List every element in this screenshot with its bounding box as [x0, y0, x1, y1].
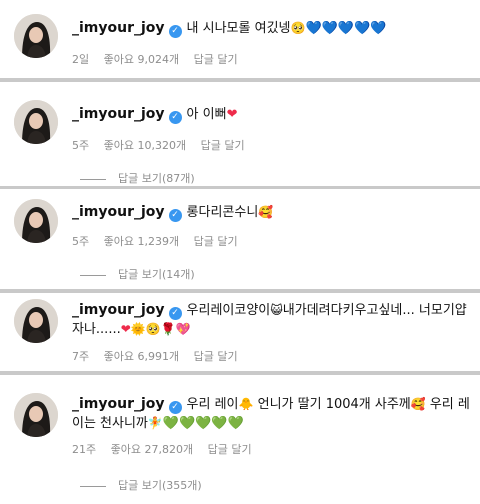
reply-button[interactable]: 답글 달기 — [201, 139, 245, 152]
view-replies-label: 답글 보기(355개) — [118, 479, 202, 492]
likes-count[interactable]: 좋아요 6,991개 — [104, 350, 179, 363]
view-replies-label: 답글 보기(14개) — [118, 268, 195, 281]
fairy-emoji-icon: 🧚 — [147, 416, 163, 430]
avatar[interactable] — [14, 14, 58, 58]
red-heart-icon: ❤ — [226, 107, 238, 122]
view-replies-button[interactable]: 답글 보기(14개) — [80, 266, 195, 282]
verified-badge-icon: ✓ — [168, 25, 182, 38]
comment-text-part-2: 언니가 딸기 1004개 사주께 — [257, 397, 411, 412]
comment-panel-1: _imyour_joy ✓ 내 시나모롤 여깄넹🥺💙💙💙💙💙 2일 좋아요 9,02… — [0, 0, 480, 78]
reply-button[interactable]: 답글 달기 — [194, 235, 238, 248]
comment-panel-4: _imyour_joy ✓ 우리레이코양이😺내가데려다키우고싶네... 너모기얍자나… — [0, 293, 480, 371]
view-replies-button[interactable]: 답글 보기(355개) — [80, 477, 202, 493]
comment-line: _imyour_joy ✓ 롱다리콘수니🥰 — [72, 202, 474, 223]
username[interactable]: _imyour_joy — [72, 20, 165, 36]
emoji-sequence-icon: ❤🌞🥺🌹💖 — [120, 322, 191, 336]
likes-count[interactable]: 좋아요 27,820개 — [111, 443, 193, 456]
avatar[interactable] — [14, 100, 58, 144]
reply-button[interactable]: 답글 달기 — [194, 53, 238, 66]
likes-count[interactable]: 좋아요 1,239개 — [104, 235, 179, 248]
comment-meta: 5주 좋아요 10,320개 답글 달기 — [72, 137, 256, 153]
smiling-face-hearts-emoji-icon: 🥰 — [258, 205, 274, 219]
pleading-face-emoji-icon: 🥺 — [290, 21, 306, 35]
cat-face-emoji-icon: 😺 — [270, 303, 283, 317]
likes-count[interactable]: 좋아요 10,320개 — [104, 139, 186, 152]
verified-badge-icon: ✓ — [168, 307, 182, 320]
timestamp: 2일 — [72, 53, 90, 66]
comment-line: _imyour_joy ✓ 아 이뻐❤ — [72, 104, 474, 125]
timestamp: 5주 — [72, 139, 90, 152]
avatar[interactable] — [14, 199, 58, 243]
comment-text-part-1: 우리레이코양이 — [186, 303, 271, 318]
comment-panel-3: _imyour_joy ✓ 롱다리콘수니🥰 5주 좋아요 1,239개 답글 달기 … — [0, 189, 480, 289]
verified-badge-icon: ✓ — [168, 111, 182, 124]
comment-panel-2: _imyour_joy ✓ 아 이뻐❤ 5주 좋아요 10,320개 답글 달기 답… — [0, 82, 480, 186]
comment-meta: 7주 좋아요 6,991개 답글 달기 — [72, 348, 249, 364]
comment-meta: 21주 좋아요 27,820개 답글 달기 — [72, 441, 263, 457]
comment-line: _imyour_joy ✓ 우리 레이🐥 언니가 딸기 1004개 사주께🥰 우리 … — [72, 395, 474, 433]
comment-panel-5: _imyour_joy ✓ 우리 레이🐥 언니가 딸기 1004개 사주께🥰 우리 … — [0, 375, 480, 504]
verified-badge-icon: ✓ — [168, 209, 182, 222]
avatar[interactable] — [14, 299, 58, 343]
avatar[interactable] — [14, 393, 58, 437]
baby-chick-emoji-icon: 🐥 — [238, 397, 254, 411]
divider-dash — [80, 178, 106, 180]
timestamp: 5주 — [72, 235, 90, 248]
reply-button[interactable]: 답글 달기 — [208, 443, 252, 456]
username[interactable]: _imyour_joy — [72, 302, 165, 318]
view-replies-label: 답글 보기(87개) — [118, 172, 195, 185]
likes-count[interactable]: 좋아요 9,024개 — [104, 53, 179, 66]
username[interactable]: _imyour_joy — [72, 204, 165, 220]
reply-button[interactable]: 답글 달기 — [194, 350, 238, 363]
comment-text: 아 이뻐 — [186, 107, 227, 122]
timestamp: 7주 — [72, 350, 90, 363]
blue-heart-icons: 💙💙💙💙💙 — [305, 21, 387, 36]
comment-line: _imyour_joy ✓ 내 시나모롤 여깄넹🥺💙💙💙💙💙 — [72, 18, 474, 39]
divider-dash — [80, 274, 106, 276]
view-replies-button[interactable]: 답글 보기(87개) — [80, 170, 195, 186]
comment-meta: 5주 좋아요 1,239개 답글 달기 — [72, 233, 249, 249]
comment-line: _imyour_joy ✓ 우리레이코양이😺내가데려다키우고싶네... 너모기얍자나… — [72, 301, 474, 339]
timestamp: 21주 — [72, 443, 97, 456]
comment-text: 내 시나모롤 여깄넹 — [186, 21, 291, 36]
comment-text: 롱다리콘수니 — [186, 205, 259, 220]
comment-meta: 2일 좋아요 9,024개 답글 달기 — [72, 51, 249, 67]
smiling-face-hearts-emoji-icon: 🥰 — [410, 397, 426, 411]
username[interactable]: _imyour_joy — [72, 106, 165, 122]
username[interactable]: _imyour_joy — [72, 396, 165, 412]
verified-badge-icon: ✓ — [168, 401, 182, 414]
green-heart-icons: 💚💚💚💚💚 — [162, 416, 244, 431]
divider-dash — [80, 485, 106, 487]
comment-text-part-1: 우리 레이 — [186, 397, 239, 412]
